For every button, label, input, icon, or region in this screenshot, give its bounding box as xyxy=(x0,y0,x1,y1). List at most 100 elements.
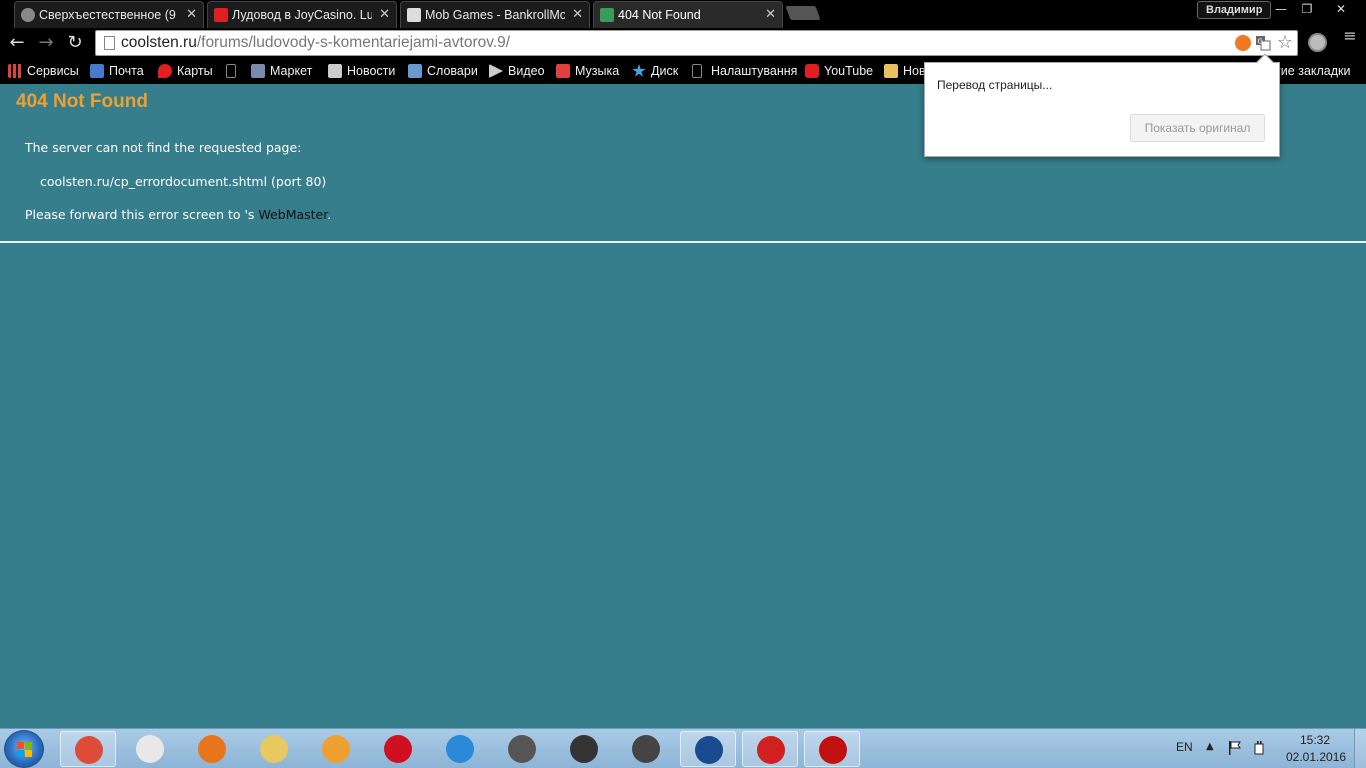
close-icon[interactable]: ✕ xyxy=(765,6,776,22)
bookmark-disk[interactable]: Диск xyxy=(632,62,678,80)
taskbar-world-of-tanks-button[interactable] xyxy=(556,731,612,767)
world-of-warplanes-icon xyxy=(508,735,536,763)
taskbar-opera-button[interactable] xyxy=(370,731,426,767)
taskbar-yandex-browser-button[interactable] xyxy=(122,731,178,767)
music-icon xyxy=(556,64,570,78)
tab-mobgames[interactable]: Mob Games - BankrollMol ✕ xyxy=(400,1,590,28)
show-desktop-button[interactable] xyxy=(1354,729,1366,768)
window-close-button[interactable]: ✕ xyxy=(1326,0,1356,18)
address-bar[interactable]: coolsten.ru/forums/ludovody-s-komentarie… xyxy=(95,30,1298,56)
clock-date[interactable]: 02.01.2016 xyxy=(1286,750,1346,764)
tab-title: Сверхъестественное (9 с xyxy=(39,8,179,22)
world-of-tanks-icon xyxy=(570,735,598,763)
webmaster-link[interactable]: WebMaster xyxy=(258,207,327,222)
bookmark-video[interactable]: Видео xyxy=(489,62,545,80)
bookmark-maps[interactable]: Карты xyxy=(158,62,213,80)
clock-time[interactable]: 15:32 xyxy=(1300,733,1330,747)
taskbar-pokerstars-button[interactable] xyxy=(804,731,860,767)
yandex-browser-icon xyxy=(136,735,164,763)
bookmark-services[interactable]: Сервисы xyxy=(8,62,79,80)
menu-icon[interactable]: ≡ xyxy=(1343,28,1357,44)
bookmark-mail[interactable]: Почта xyxy=(90,62,144,80)
bookmark-market[interactable]: Маркет xyxy=(251,62,312,80)
mail-icon xyxy=(90,64,104,78)
show-original-button[interactable]: Показать оригинал xyxy=(1130,114,1265,142)
tab-404[interactable]: 404 Not Found ✕ xyxy=(593,1,783,28)
globe-extension-icon[interactable] xyxy=(1308,33,1327,52)
translate-icon[interactable]: G xyxy=(1255,35,1271,51)
page-icon xyxy=(104,36,115,50)
bookmark-music[interactable]: Музыка xyxy=(556,62,619,80)
bookmark-dictionaries[interactable]: Словари xyxy=(408,62,478,80)
world-of-warships-icon xyxy=(632,735,660,763)
error-url: coolsten.ru/cp_errordocument.shtml (port… xyxy=(40,174,327,189)
star-icon[interactable]: ☆ xyxy=(1277,32,1293,53)
other-bookmarks[interactable]: угие закладки xyxy=(1270,62,1351,80)
tray-expand-icon[interactable]: ▲ xyxy=(1206,741,1214,752)
bookmark-news[interactable]: Новости xyxy=(328,62,395,80)
tab-title: Mob Games - BankrollMol xyxy=(425,8,565,22)
tab-title: Лудовод в JoyCasino. Luc xyxy=(232,8,372,22)
close-icon[interactable]: ✕ xyxy=(572,6,583,22)
page-favicon xyxy=(600,8,614,22)
forward-button[interactable]: → xyxy=(34,32,58,54)
taskbar-world-of-warplanes-button[interactable] xyxy=(494,731,550,767)
taskbar-internet-explorer-button[interactable] xyxy=(432,731,488,767)
close-icon[interactable]: ✕ xyxy=(186,6,197,22)
page-content: 404 Not Found The server can not find th… xyxy=(0,84,1366,728)
divider xyxy=(0,241,1366,243)
youtube-favicon xyxy=(214,8,228,22)
close-icon[interactable]: ✕ xyxy=(379,6,390,22)
taskbar-explorer-button[interactable] xyxy=(246,731,302,767)
market-icon xyxy=(251,64,265,78)
svg-text:G: G xyxy=(1258,38,1263,46)
bookmark-folder[interactable]: Нов xyxy=(884,62,926,80)
action-center-flag-icon[interactable] xyxy=(1228,740,1242,756)
browser-toolbar: ← → ↻ coolsten.ru/forums/ludovody-s-kome… xyxy=(0,28,1366,58)
start-button[interactable] xyxy=(4,730,44,768)
new-tab-button[interactable] xyxy=(785,6,821,20)
taskbar-media-player-button[interactable] xyxy=(308,731,364,767)
tab-title: 404 Not Found xyxy=(618,8,701,22)
disk-star-icon xyxy=(632,64,646,77)
mobgames-favicon xyxy=(407,8,421,22)
map-pin-icon xyxy=(158,64,172,78)
bookmark-page[interactable] xyxy=(226,62,245,80)
taskbar-poker-spade-button[interactable] xyxy=(680,731,736,767)
poker-spade-icon xyxy=(695,736,723,764)
minimize-button[interactable]: — xyxy=(1268,0,1294,18)
pokerstars-icon xyxy=(819,736,847,764)
extension-icon[interactable] xyxy=(1235,35,1251,51)
address-url[interactable]: coolsten.ru/forums/ludovody-s-komentarie… xyxy=(121,34,510,52)
reload-button[interactable]: ↻ xyxy=(63,32,87,54)
language-indicator[interactable]: EN xyxy=(1176,740,1193,754)
tab-supernatural[interactable]: Сверхъестественное (9 с ✕ xyxy=(14,1,204,28)
power-icon[interactable] xyxy=(1252,740,1266,756)
taskbar-sport-app-button[interactable] xyxy=(742,731,798,767)
page-icon xyxy=(692,64,702,78)
url-host: coolsten.ru xyxy=(121,34,197,51)
windows-logo-icon xyxy=(17,742,32,757)
page-icon xyxy=(226,64,236,78)
news-icon xyxy=(328,64,342,78)
taskbar-chrome-button[interactable] xyxy=(60,731,116,767)
dictionary-icon xyxy=(408,64,422,78)
sport-app-icon xyxy=(757,736,785,764)
youtube-icon xyxy=(805,64,819,78)
taskbar-world-of-warships-button[interactable] xyxy=(618,731,674,767)
taskbar-firefox-button[interactable] xyxy=(184,731,240,767)
bookmark-youtube[interactable]: YouTube xyxy=(805,62,873,80)
profile-button[interactable]: Владимир xyxy=(1197,1,1272,19)
explorer-icon xyxy=(260,735,288,763)
title-bar: Сверхъестественное (9 с ✕ Лудовод в JoyC… xyxy=(0,0,1366,28)
video-icon xyxy=(489,64,503,78)
apps-grid-icon xyxy=(8,64,22,78)
back-button[interactable]: ← xyxy=(5,32,29,54)
media-player-icon xyxy=(322,735,350,763)
page-title: 404 Not Found xyxy=(16,91,148,112)
internet-explorer-icon xyxy=(446,735,474,763)
bookmark-settings-ua[interactable]: Налаштування xyxy=(692,62,797,80)
restore-button[interactable]: ❐ xyxy=(1294,0,1320,18)
translate-status: Перевод страницы... xyxy=(937,78,1053,92)
tab-joycasino[interactable]: Лудовод в JoyCasino. Luc ✕ xyxy=(207,1,397,28)
